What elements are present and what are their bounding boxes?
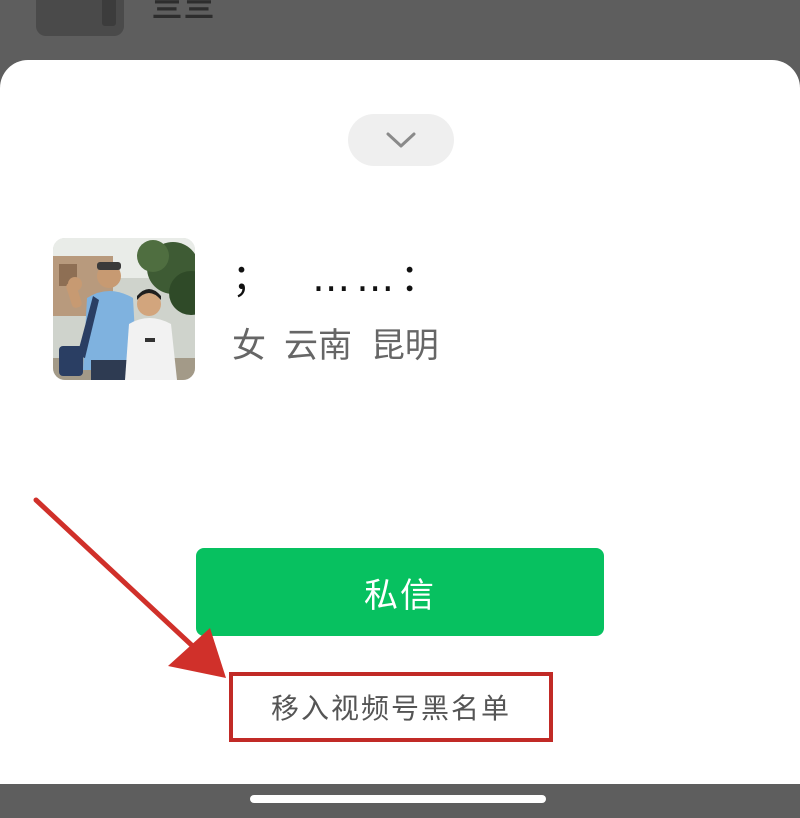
add-to-blacklist-label: 移入视频号黑名单 [270,692,511,725]
user-profile-meta: 女 云南 昆明 [232,324,439,368]
user-city: 昆明 [370,326,439,366]
add-to-blacklist-button[interactable]: 移入视频号黑名单 [229,672,553,742]
avatar-photo [53,238,195,380]
user-nickname: ； ……： [232,256,445,300]
screen: 亖亖 ； ……： 女 云南 昆明 私信 移入视频号黑名单 [0,0,800,818]
background-avatar [36,0,124,36]
collapse-sheet-button[interactable] [348,114,454,166]
profile-bottom-sheet: ； ……： 女 云南 昆明 私信 移入视频号黑名单 [0,60,800,784]
chevron-down-icon [386,132,416,148]
background-row-name: 亖亖 [152,0,216,25]
user-gender: 女 [232,326,266,366]
user-location: 云南 昆明 [284,324,439,368]
home-indicator[interactable] [250,795,546,803]
user-province: 云南 [284,326,352,366]
private-message-button[interactable]: 私信 [196,548,604,636]
user-avatar[interactable] [53,238,195,380]
background-list-row: 亖亖 [0,0,800,60]
